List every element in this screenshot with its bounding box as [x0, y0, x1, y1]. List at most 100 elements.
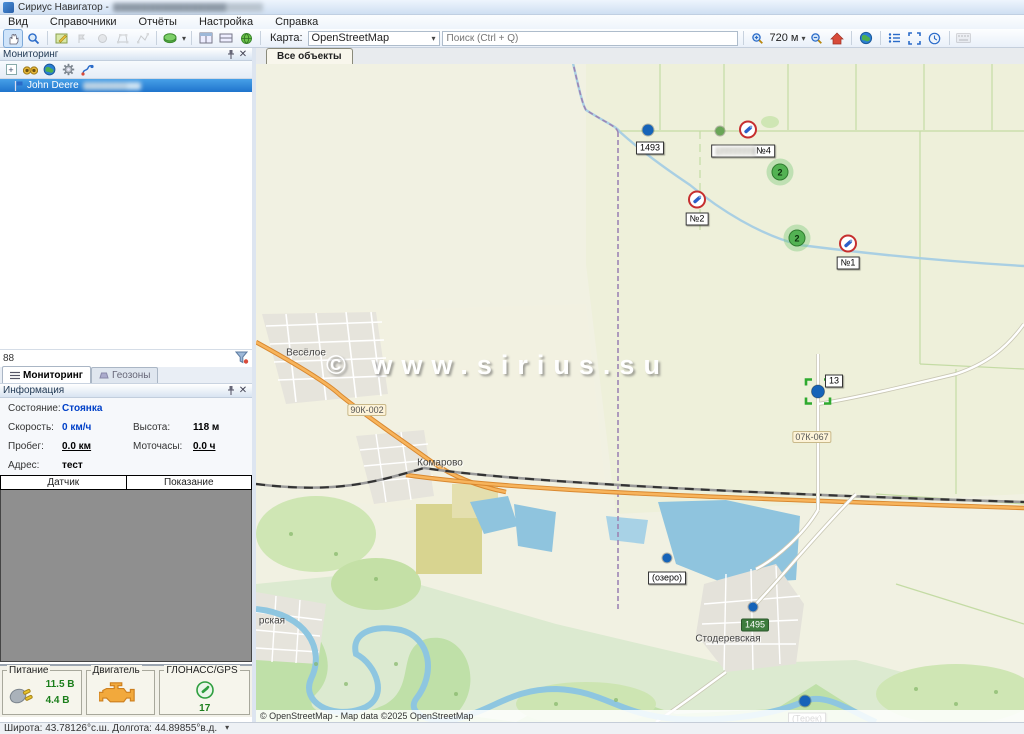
map-geography — [256, 64, 1024, 722]
map-label: 90К-002 — [347, 404, 386, 416]
power-gauge-label: Питание — [7, 665, 50, 676]
gauges-panel: Питание 11.5 В 4.4 В Двигатель ГЛОНАСС/G… — [0, 664, 252, 717]
map-label[interactable]: №1 — [837, 257, 860, 270]
fit-bounds-icon[interactable] — [906, 30, 924, 47]
map-canvas[interactable]: © www.sirius.su 22 149317777777777№4№2№1… — [256, 64, 1024, 722]
legend-icon[interactable] — [886, 30, 904, 47]
home-icon[interactable] — [828, 30, 846, 47]
tree-item-redacted: 88888888 — [83, 82, 141, 90]
window-title-redacted: ████████████████ — [113, 3, 263, 12]
map-marker-station[interactable] — [839, 234, 858, 256]
map-label[interactable]: №2 — [686, 213, 709, 226]
map-marker-cluster[interactable]: 2 — [784, 225, 811, 252]
sidebar: Мониторинг ✕ + John De — [0, 48, 252, 722]
tab-geozones[interactable]: Геозоны — [91, 367, 159, 383]
world-icon[interactable] — [857, 30, 875, 47]
map-label[interactable]: 1493 — [636, 142, 664, 155]
keyboard-icon[interactable] — [955, 30, 973, 47]
satellite-icon — [160, 681, 249, 702]
pin-icon[interactable] — [225, 49, 237, 60]
statusbar-caret-icon[interactable]: ▾ — [225, 723, 229, 732]
zoom-scale-caret-icon[interactable]: ▾ — [802, 34, 806, 43]
map-marker-dot[interactable] — [800, 696, 811, 707]
sensors-col-sensor[interactable]: Датчик — [1, 476, 127, 489]
menu-view[interactable]: Вид — [8, 16, 28, 28]
map-marker-cluster[interactable]: 2 — [767, 159, 794, 186]
zoom-in-icon[interactable] — [749, 30, 767, 47]
zoom-tool-icon[interactable] — [24, 30, 42, 47]
info-pin-icon[interactable] — [225, 385, 237, 396]
tab-monitoring[interactable]: Мониторинг — [2, 366, 91, 383]
edit-map-icon[interactable] — [53, 30, 71, 47]
menu-reports[interactable]: Отчёты — [139, 16, 177, 28]
engine-gauge: Двигатель — [86, 670, 156, 715]
map-label[interactable]: (озеро) — [648, 572, 686, 585]
alt-label: Высота: — [133, 422, 170, 433]
power-gauge: Питание 11.5 В 4.4 В — [2, 670, 82, 715]
map-tab-label: Все объекты — [277, 51, 342, 62]
map-marker-dot[interactable] — [643, 125, 654, 136]
hours-label: Моточасы: — [133, 441, 182, 452]
info-panel-title: Информация — [3, 385, 64, 396]
zoom-out-icon[interactable] — [808, 30, 826, 47]
monitoring-panel-title: Мониторинг — [3, 49, 58, 60]
map-tabs: Все объекты — [256, 48, 1024, 64]
map-provider-select[interactable]: OpenStreetMap ▾ — [308, 31, 440, 46]
pan-tool-icon[interactable] — [4, 30, 22, 47]
list-icon — [10, 371, 20, 380]
menubar: Вид Справочники Отчёты Настройка Справка — [0, 15, 1024, 29]
map-marker-dot[interactable] — [749, 603, 758, 612]
map-marker-dot[interactable] — [663, 554, 672, 563]
layers-caret-icon[interactable]: ▾ — [182, 34, 186, 43]
map-label: Стодеревская — [695, 634, 760, 645]
add-point-icon[interactable] — [73, 30, 91, 47]
map-label[interactable]: 17777777777№4 — [711, 145, 775, 158]
menu-settings[interactable]: Настройка — [199, 16, 253, 28]
map-marker-station[interactable] — [739, 120, 758, 142]
filter-row — [0, 349, 252, 367]
split-vertical-icon[interactable] — [217, 30, 235, 47]
layers-icon[interactable] — [162, 30, 180, 47]
close-icon[interactable]: ✕ — [237, 49, 249, 60]
add-polygon-icon[interactable] — [113, 30, 131, 47]
map-select-label: Карта: — [270, 32, 303, 44]
filter-input[interactable] — [3, 353, 235, 364]
settings-gear-icon[interactable] — [60, 62, 76, 77]
add-polyline-icon[interactable] — [133, 30, 151, 47]
search-input[interactable] — [442, 31, 738, 46]
speed-label: Скорость: — [8, 422, 54, 433]
track-icon[interactable] — [79, 62, 95, 77]
filter-funnel-icon[interactable] — [235, 351, 249, 367]
main-toolbar: ▾ Карта: OpenStreetMap ▾ 720 м ▾ — [0, 29, 1024, 48]
expand-all-button[interactable]: + — [3, 62, 19, 77]
split-horizontal-icon[interactable] — [197, 30, 215, 47]
map-area: Все объекты — [256, 48, 1024, 722]
menu-help[interactable]: Справка — [275, 16, 318, 28]
map-label: Весёлое — [286, 348, 326, 359]
tab-geozones-label: Геозоны — [112, 370, 151, 381]
hours-value[interactable]: 0.0 ч — [193, 441, 216, 452]
globe-save-icon[interactable] — [237, 30, 255, 47]
titlebar: Сириус Навигатор - ████████████████ — [0, 0, 1024, 15]
add-circle-icon[interactable] — [93, 30, 111, 47]
map-label[interactable]: 13 — [825, 375, 843, 388]
time-icon[interactable] — [926, 30, 944, 47]
tree-item-vehicle[interactable]: John Deere 88888888 — [0, 79, 252, 92]
app-icon — [3, 2, 14, 13]
statusbar: Широта: 43.78126°с.ш. Долгота: 44.89855°… — [0, 722, 1024, 734]
map-provider-caret-icon: ▾ — [432, 34, 436, 43]
map-marker-dot[interactable] — [716, 127, 725, 136]
map-provider-value: OpenStreetMap — [312, 32, 390, 44]
engine-gauge-label: Двигатель — [91, 665, 142, 676]
info-close-icon[interactable]: ✕ — [237, 385, 249, 396]
zoom-scale-value[interactable]: 720 м — [770, 32, 799, 44]
map-label: рская — [259, 616, 285, 627]
mileage-value[interactable]: 0.0 км — [62, 441, 91, 452]
map-tab-all-objects[interactable]: Все объекты — [266, 48, 353, 64]
gps-gauge-label: ГЛОНАСС/GPS — [164, 665, 239, 676]
menu-directories[interactable]: Справочники — [50, 16, 117, 28]
map-marker-station[interactable] — [688, 190, 707, 212]
show-on-map-icon[interactable] — [41, 62, 57, 77]
sensors-col-value[interactable]: Показание — [127, 476, 252, 489]
binoculars-icon[interactable] — [22, 62, 38, 77]
